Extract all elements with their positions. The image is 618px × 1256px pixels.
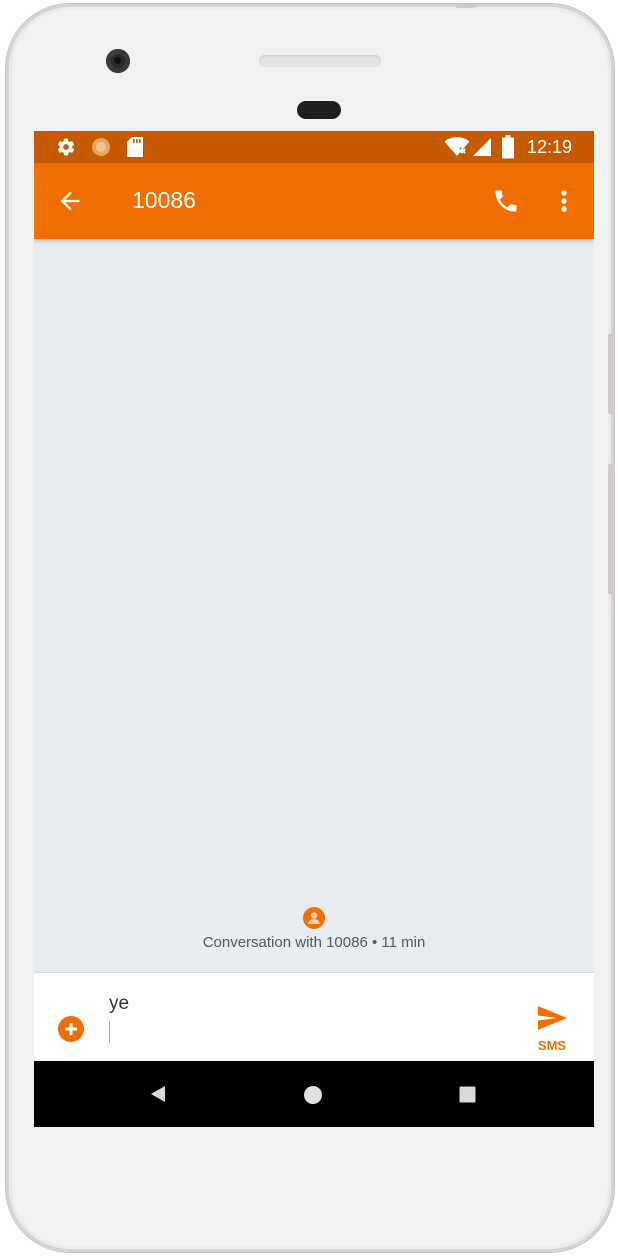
top-notch-mark bbox=[456, 4, 476, 8]
loading-icon bbox=[92, 138, 110, 156]
phone-icon[interactable] bbox=[492, 187, 520, 215]
send-icon bbox=[538, 1006, 567, 1030]
nav-back-button[interactable] bbox=[118, 1061, 198, 1127]
power-button bbox=[608, 334, 613, 414]
text-cursor bbox=[109, 1021, 110, 1043]
home-circle-icon bbox=[304, 1086, 322, 1104]
sd-card-icon bbox=[127, 137, 143, 157]
volume-button bbox=[608, 464, 613, 594]
battery-icon bbox=[502, 135, 514, 159]
more-vert-icon[interactable] bbox=[552, 187, 576, 215]
conversation-info: Conversation with 10086 • 11 min bbox=[34, 907, 594, 951]
front-camera bbox=[106, 49, 130, 73]
arrow-back-icon[interactable] bbox=[56, 187, 84, 215]
settings-icon bbox=[57, 138, 75, 156]
wifi-off-icon bbox=[444, 137, 470, 156]
screen: 12:19 10086 Conversation with 10086 • 11… bbox=[34, 131, 594, 1127]
navigation-bar bbox=[34, 1061, 594, 1127]
send-button[interactable]: SMS bbox=[530, 1005, 574, 1053]
message-input[interactable]: ye bbox=[109, 993, 449, 1049]
recents-square-icon bbox=[459, 1086, 476, 1103]
earpiece bbox=[297, 101, 341, 119]
app-bar: 10086 bbox=[34, 163, 594, 239]
conversation-title: 10086 bbox=[132, 187, 196, 213]
speaker-grill bbox=[259, 55, 381, 67]
signal-icon bbox=[473, 138, 491, 156]
status-time: 12:19 bbox=[526, 137, 572, 157]
back-triangle-icon bbox=[151, 1086, 165, 1102]
nav-home-button[interactable] bbox=[274, 1061, 354, 1127]
status-bar: 12:19 bbox=[34, 131, 594, 163]
compose-bar: ye SMS bbox=[34, 973, 594, 1061]
send-label: SMS bbox=[537, 1038, 567, 1053]
person-icon bbox=[303, 907, 325, 929]
nav-recents-button[interactable] bbox=[428, 1061, 508, 1127]
add-circle-icon[interactable] bbox=[58, 1016, 84, 1042]
conversation-info-text: Conversation with 10086 • 11 min bbox=[202, 934, 426, 951]
message-list[interactable]: Conversation with 10086 • 11 min bbox=[34, 239, 594, 972]
